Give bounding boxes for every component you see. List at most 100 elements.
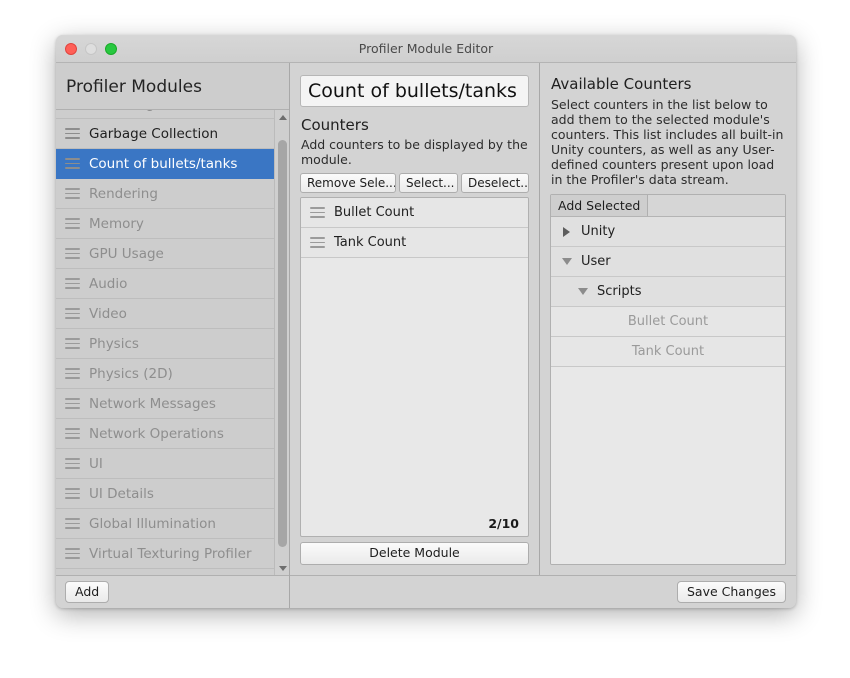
editor-columns: Count of bullets/tanks Counters Add coun… xyxy=(290,63,796,575)
scroll-up-arrow-icon[interactable] xyxy=(275,110,289,124)
available-counters-heading: Available Counters xyxy=(551,75,786,93)
sidebar-item-virtual-texturing-profiler[interactable]: Virtual Texturing Profiler xyxy=(56,539,274,569)
module-row-label: UI xyxy=(89,456,103,472)
module-row-label: Global Illumination xyxy=(89,516,216,532)
tree-item-unity[interactable]: Unity xyxy=(551,217,785,247)
remove-selected-button[interactable]: Remove Sele... xyxy=(300,173,396,193)
profiler-modules-panel: Profiler Modules CPU Usage Garbage Colle… xyxy=(56,63,289,608)
add-selected-button[interactable]: Add Selected xyxy=(551,195,648,216)
module-row-label: Rendering xyxy=(89,186,158,202)
drag-handle-icon[interactable] xyxy=(65,368,80,379)
select-button[interactable]: Select... xyxy=(399,173,458,193)
window-title: Profiler Module Editor xyxy=(56,41,796,56)
window-controls xyxy=(65,43,117,55)
drag-handle-icon[interactable] xyxy=(65,398,80,409)
delete-module-button[interactable]: Delete Module xyxy=(300,542,529,565)
chevron-down-icon[interactable] xyxy=(561,256,572,267)
sidebar-item-gpu-usage[interactable]: GPU Usage xyxy=(56,239,274,269)
drag-handle-icon[interactable] xyxy=(65,548,80,559)
tree-item-tank-count[interactable]: Tank Count xyxy=(551,337,785,367)
sidebar-item-rendering[interactable]: Rendering xyxy=(56,179,274,209)
module-row-label: CPU Usage xyxy=(89,109,163,112)
chevron-down-icon[interactable] xyxy=(577,286,588,297)
window-titlebar[interactable]: Profiler Module Editor xyxy=(56,35,796,63)
counter-count-badge: 2/10 xyxy=(488,516,519,531)
module-counters-list: Bullet Count Tank Count 2/10 xyxy=(300,197,529,537)
module-name-input[interactable]: Count of bullets/tanks xyxy=(300,75,529,107)
module-row-label: Video xyxy=(89,306,127,322)
drag-handle-icon[interactable] xyxy=(310,237,325,248)
tree-item-label: Scripts xyxy=(597,284,641,299)
save-changes-button[interactable]: Save Changes xyxy=(677,581,786,603)
sidebar-item-memory[interactable]: Memory xyxy=(56,209,274,239)
module-details-panel: Count of bullets/tanks Counters Add coun… xyxy=(290,63,539,575)
tree-item-label: Tank Count xyxy=(632,344,704,359)
counter-row-label: Tank Count xyxy=(334,235,406,250)
sidebar-item-network-operations[interactable]: Network Operations xyxy=(56,419,274,449)
counter-row-label: Bullet Count xyxy=(334,205,414,220)
middle-panel-padding xyxy=(300,565,529,575)
counters-heading: Counters xyxy=(301,116,529,134)
module-row-label: UI Details xyxy=(89,486,154,502)
counter-row-bullet-count[interactable]: Bullet Count xyxy=(301,198,528,228)
deselect-button[interactable]: Deselect... xyxy=(461,173,529,193)
tree-item-scripts[interactable]: Scripts xyxy=(551,277,785,307)
tree-item-label: User xyxy=(581,254,611,269)
sidebar-item-garbage-collection[interactable]: Garbage Collection xyxy=(56,119,274,149)
drag-handle-icon[interactable] xyxy=(310,207,325,218)
counters-description: Add counters to be displayed by the modu… xyxy=(301,137,529,167)
sidebar-item-count-of-bullets-tanks[interactable]: Count of bullets/tanks xyxy=(56,149,274,179)
module-row-label: Physics (2D) xyxy=(89,366,173,382)
sidebar-item-global-illumination[interactable]: Global Illumination xyxy=(56,509,274,539)
drag-handle-icon[interactable] xyxy=(65,428,80,439)
chevron-right-icon[interactable] xyxy=(561,226,572,237)
module-row-label: Audio xyxy=(89,276,127,292)
sidebar-item-audio[interactable]: Audio xyxy=(56,269,274,299)
scroll-down-arrow-icon[interactable] xyxy=(275,561,289,575)
counter-toolbar: Remove Sele... Select... Deselect... xyxy=(300,173,529,193)
module-row-label: Garbage Collection xyxy=(89,126,218,142)
scrollbar-thumb[interactable] xyxy=(278,140,287,547)
profiler-modules-header: Profiler Modules xyxy=(56,63,289,109)
module-row-clipped[interactable]: CPU Usage xyxy=(56,109,274,119)
sidebar-item-video[interactable]: Video xyxy=(56,299,274,329)
drag-handle-icon[interactable] xyxy=(65,308,80,319)
module-row-label: GPU Usage xyxy=(89,246,164,262)
minimize-button[interactable] xyxy=(85,43,97,55)
profiler-modules-scroll-area: CPU Usage Garbage Collection Count of bu… xyxy=(56,109,289,575)
available-counters-tree: Add Selected Unity User Scripts xyxy=(550,194,786,565)
add-selected-toolbar: Add Selected xyxy=(551,195,785,217)
module-row-label: Network Messages xyxy=(89,396,216,412)
drag-handle-icon[interactable] xyxy=(65,218,80,229)
drag-handle-icon[interactable] xyxy=(65,278,80,289)
window-body: Profiler Modules CPU Usage Garbage Colle… xyxy=(56,63,796,608)
tree-item-user[interactable]: User xyxy=(551,247,785,277)
modules-scrollbar[interactable] xyxy=(274,110,289,575)
drag-handle-icon[interactable] xyxy=(65,158,80,169)
drag-handle-icon[interactable] xyxy=(65,488,80,499)
drag-handle-icon[interactable] xyxy=(65,518,80,529)
tree-empty-area xyxy=(551,367,785,564)
close-button[interactable] xyxy=(65,43,77,55)
tree-item-label: Bullet Count xyxy=(628,314,708,329)
sidebar-item-ui-details[interactable]: UI Details xyxy=(56,479,274,509)
sidebar-item-network-messages[interactable]: Network Messages xyxy=(56,389,274,419)
editor-main-area: Count of bullets/tanks Counters Add coun… xyxy=(290,63,796,608)
module-row-label: Count of bullets/tanks xyxy=(89,156,237,172)
drag-handle-icon[interactable] xyxy=(65,128,80,139)
counters-empty-area: 2/10 xyxy=(301,258,528,536)
zoom-button[interactable] xyxy=(105,43,117,55)
tree-item-bullet-count[interactable]: Bullet Count xyxy=(551,307,785,337)
sidebar-item-ui[interactable]: UI xyxy=(56,449,274,479)
available-counters-panel: Available Counters Select counters in th… xyxy=(540,63,796,575)
counter-row-tank-count[interactable]: Tank Count xyxy=(301,228,528,258)
sidebar-item-physics-2d[interactable]: Physics (2D) xyxy=(56,359,274,389)
drag-handle-icon[interactable] xyxy=(65,188,80,199)
drag-handle-icon[interactable] xyxy=(65,248,80,259)
editor-footer: Save Changes xyxy=(290,575,796,608)
add-module-button[interactable]: Add xyxy=(65,581,109,603)
sidebar-item-physics[interactable]: Physics xyxy=(56,329,274,359)
tree-item-label: Unity xyxy=(581,224,615,239)
drag-handle-icon[interactable] xyxy=(65,458,80,469)
drag-handle-icon[interactable] xyxy=(65,338,80,349)
